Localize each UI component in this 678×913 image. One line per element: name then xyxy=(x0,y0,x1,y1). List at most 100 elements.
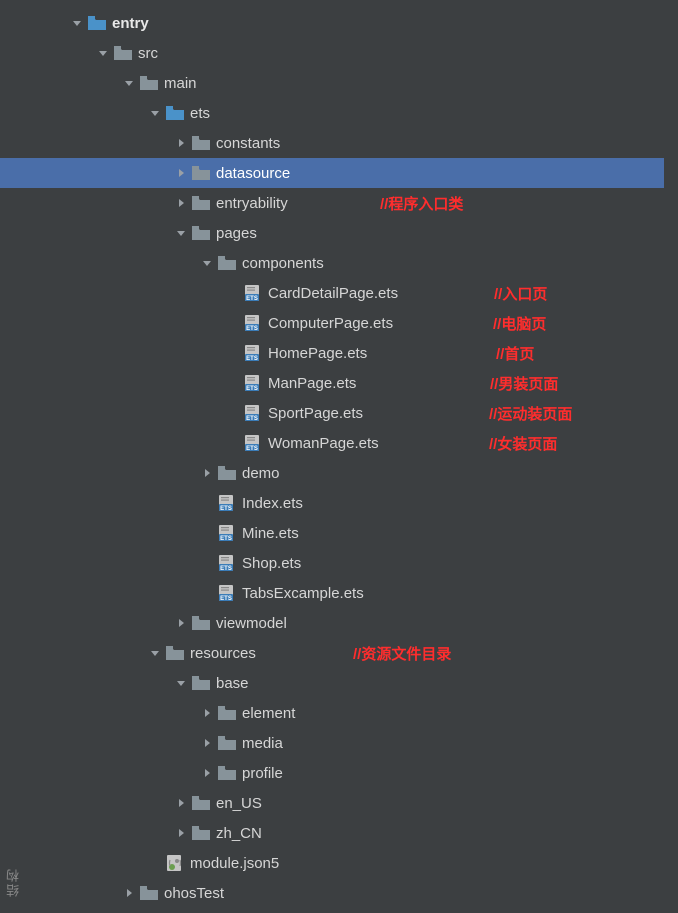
tree-row[interactable]: ETS TabsExcample.ets xyxy=(28,578,678,608)
tree-item-label: zh_CN xyxy=(212,825,262,842)
chevron-down-icon[interactable] xyxy=(172,228,190,238)
chevron-right-icon[interactable] xyxy=(172,798,190,808)
tree-row[interactable]: entryability //程序入口类 xyxy=(28,188,678,218)
ets-icon: ETS xyxy=(216,584,238,602)
svg-text:ETS: ETS xyxy=(220,506,232,512)
folder-icon xyxy=(190,226,212,241)
chevron-right-icon[interactable] xyxy=(172,138,190,148)
tree-row[interactable]: media xyxy=(28,728,678,758)
folder-icon xyxy=(112,46,134,61)
tree-row[interactable]: ETSShop.ets xyxy=(28,548,678,578)
project-tree[interactable]: entry srcmain ets constants datasource entrya… xyxy=(0,0,678,908)
tree-row[interactable]: ETS ComputerPage.ets //电脑页 xyxy=(28,308,678,338)
chevron-right-icon[interactable] xyxy=(172,828,190,838)
tree-row[interactable]: ETSMine.ets xyxy=(28,518,678,548)
tree-item-label: components xyxy=(238,255,324,272)
chevron-down-icon[interactable] xyxy=(172,678,190,688)
tree-row[interactable]: module.json5 xyxy=(28,848,678,878)
svg-text:ETS: ETS xyxy=(220,536,232,542)
tree-row[interactable]: ets xyxy=(28,98,678,128)
svg-text:ETS: ETS xyxy=(246,296,258,302)
tree-item-label: viewmodel xyxy=(212,615,287,632)
folder-icon xyxy=(190,196,212,211)
annotation-comment: //资源文件目录 xyxy=(353,643,451,664)
tree-row[interactable]: ETSIndex.ets xyxy=(28,488,678,518)
tree-item-label: datasource xyxy=(212,165,290,182)
tree-row[interactable]: demo xyxy=(28,458,678,488)
tree-row[interactable]: zh_CN xyxy=(28,818,678,848)
ets-icon: ETS xyxy=(242,344,264,362)
folder-icon xyxy=(216,766,238,781)
folder-icon xyxy=(190,676,212,691)
tree-item-label: WomanPage.ets xyxy=(264,435,379,452)
chevron-right-icon[interactable] xyxy=(198,468,216,478)
chevron-right-icon[interactable] xyxy=(198,768,216,778)
tree-row[interactable]: src xyxy=(28,38,678,68)
tree-row[interactable]: ETSCardDetailPage.ets//入口页 xyxy=(28,278,678,308)
svg-text:ETS: ETS xyxy=(246,326,258,332)
folder-icon xyxy=(190,826,212,841)
chevron-down-icon[interactable] xyxy=(146,108,164,118)
tree-item-label: main xyxy=(160,75,197,92)
tree-row[interactable]: ETSSportPage.ets//运动装页面 xyxy=(28,398,678,428)
tree-row[interactable]: datasource xyxy=(0,158,664,188)
annotation-comment: //首页 xyxy=(496,343,534,364)
ets-icon: ETS xyxy=(216,494,238,512)
ets-icon: ETS xyxy=(242,284,264,302)
chevron-down-icon[interactable] xyxy=(198,258,216,268)
chevron-down-icon[interactable] xyxy=(146,648,164,658)
tree-row[interactable]: resources //资源文件目录 xyxy=(28,638,678,668)
tree-row[interactable]: pages xyxy=(28,218,678,248)
tree-item-label: ets xyxy=(186,105,210,122)
tree-item-label: base xyxy=(212,675,249,692)
annotation-comment: //男装页面 xyxy=(490,373,558,394)
tree-row[interactable]: constants xyxy=(28,128,678,158)
tree-item-label: ManPage.ets xyxy=(264,375,356,392)
chevron-down-icon[interactable] xyxy=(120,78,138,88)
svg-text:ETS: ETS xyxy=(220,596,232,602)
tree-item-label: ohosTest xyxy=(160,885,224,902)
chevron-right-icon[interactable] xyxy=(198,738,216,748)
chevron-right-icon[interactable] xyxy=(198,708,216,718)
structure-tab-label[interactable]: 结构 xyxy=(4,867,23,897)
chevron-right-icon[interactable] xyxy=(172,198,190,208)
tree-row[interactable]: main xyxy=(28,68,678,98)
tree-item-label: ComputerPage.ets xyxy=(264,315,393,332)
tree-row[interactable]: en_US xyxy=(28,788,678,818)
tree-row[interactable]: components xyxy=(28,248,678,278)
tree-row[interactable]: viewmodel xyxy=(28,608,678,638)
folder-icon xyxy=(216,256,238,271)
tree-row[interactable]: ETSWomanPage.ets//女装页面 xyxy=(28,428,678,458)
ets-icon: ETS xyxy=(216,554,238,572)
tree-row[interactable]: ETSManPage.ets//男装页面 xyxy=(28,368,678,398)
tree-row[interactable]: base xyxy=(28,668,678,698)
svg-text:ETS: ETS xyxy=(246,416,258,422)
svg-text:ETS: ETS xyxy=(220,566,232,572)
tree-row[interactable]: entry xyxy=(28,8,678,38)
tree-row[interactable]: ETSHomePage.ets//首页 xyxy=(28,338,678,368)
folder-icon xyxy=(138,886,160,901)
folder-icon xyxy=(190,796,212,811)
tree-item-label: media xyxy=(238,735,283,752)
annotation-comment: //程序入口类 xyxy=(380,193,463,214)
tree-item-label: module.json5 xyxy=(186,855,279,872)
svg-text:ETS: ETS xyxy=(246,356,258,362)
json5-icon xyxy=(164,854,186,872)
tree-item-label: entry xyxy=(108,15,149,32)
chevron-right-icon[interactable] xyxy=(172,618,190,628)
chevron-right-icon[interactable] xyxy=(120,888,138,898)
tree-row[interactable]: ohosTest xyxy=(28,878,678,908)
chevron-right-icon[interactable] xyxy=(172,168,190,178)
tree-row[interactable]: element xyxy=(28,698,678,728)
tree-item-label: resources xyxy=(186,645,256,662)
chevron-down-icon[interactable] xyxy=(68,18,86,28)
tree-item-label: entryability xyxy=(212,195,288,212)
ets-icon: ETS xyxy=(216,524,238,542)
ets-icon: ETS xyxy=(242,434,264,452)
folder-icon xyxy=(138,76,160,91)
tree-item-label: src xyxy=(134,45,158,62)
tree-item-label: TabsExcample.ets xyxy=(238,585,364,602)
tree-row[interactable]: profile xyxy=(28,758,678,788)
chevron-down-icon[interactable] xyxy=(94,48,112,58)
annotation-comment: //电脑页 xyxy=(493,313,546,334)
